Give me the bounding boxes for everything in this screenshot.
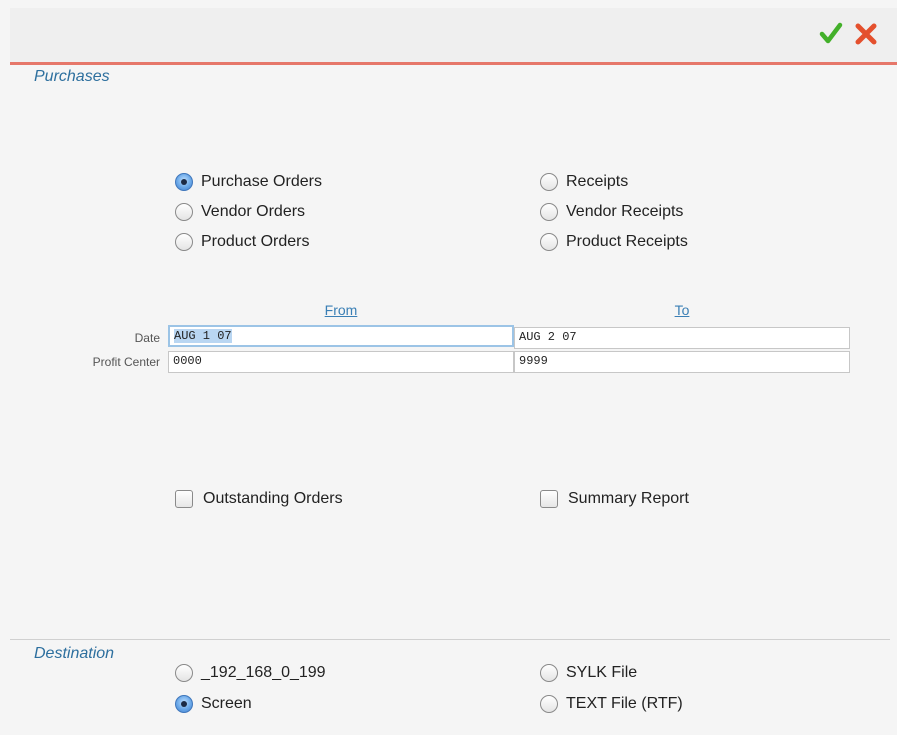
radio-destination-screen[interactable]: Screen (175, 695, 252, 713)
radio-vendor-receipts[interactable]: Vendor Receipts (540, 203, 683, 221)
radio-indicator (540, 173, 558, 191)
radio-indicator (175, 664, 193, 682)
radio-label: TEXT File (RTF) (566, 695, 683, 712)
cancel-button[interactable] (851, 19, 881, 49)
radio-indicator (540, 203, 558, 221)
profit-center-label: Profit Center (92, 355, 160, 369)
date-to-field[interactable]: AUG 2 07 (514, 327, 850, 349)
radio-indicator (175, 233, 193, 251)
checkmark-icon (819, 22, 843, 44)
radio-indicator (540, 233, 558, 251)
from-column-header: From (324, 302, 358, 318)
radio-label: SYLK File (566, 664, 638, 681)
purchases-report-dialog: Purchases Purchase Orders Vendor Orders … (0, 0, 897, 735)
date-from-value: AUG 1 07 (174, 329, 232, 343)
radio-product-orders[interactable]: Product Orders (175, 233, 309, 251)
destination-section-label: Destination (34, 645, 115, 662)
date-to-value: AUG 2 07 (519, 330, 577, 344)
toolbar (10, 8, 897, 62)
to-column-header: To (674, 302, 690, 318)
radio-indicator (175, 203, 193, 221)
radio-label: Receipts (566, 173, 629, 190)
checkbox-label: Outstanding Orders (203, 490, 343, 507)
outstanding-orders-checkbox[interactable]: Outstanding Orders (175, 490, 343, 508)
radio-destination-printer[interactable]: _192_168_0_199 (175, 664, 326, 682)
checkbox-box (175, 490, 193, 508)
radio-indicator (540, 664, 558, 682)
profit-center-from-field[interactable]: 0000 (168, 351, 514, 373)
profit-center-to-value: 9999 (519, 354, 548, 368)
radio-indicator (540, 695, 558, 713)
profit-center-from-value: 0000 (173, 354, 202, 368)
radio-label: Purchase Orders (201, 173, 322, 190)
date-label: Date (134, 331, 160, 345)
checkbox-label: Summary Report (568, 490, 689, 507)
ok-button[interactable] (816, 19, 846, 49)
radio-indicator (175, 695, 193, 713)
radio-label: Vendor Receipts (566, 203, 684, 220)
radio-label: Vendor Orders (201, 203, 306, 220)
profit-center-to-field[interactable]: 9999 (514, 351, 850, 373)
date-from-field[interactable]: AUG 1 07 (168, 325, 514, 347)
radio-purchase-orders[interactable]: Purchase Orders (175, 173, 322, 191)
radio-label: _192_168_0_199 (201, 664, 326, 681)
header-divider (10, 62, 897, 65)
radio-label: Screen (201, 695, 252, 712)
destination-divider (10, 639, 890, 640)
radio-destination-sylk[interactable]: SYLK File (540, 664, 637, 682)
radio-vendor-orders[interactable]: Vendor Orders (175, 203, 305, 221)
x-icon (855, 23, 877, 45)
radio-receipts[interactable]: Receipts (540, 173, 628, 191)
radio-label: Product Receipts (566, 233, 688, 250)
purchases-section-label: Purchases (34, 68, 110, 85)
radio-destination-rtf[interactable]: TEXT File (RTF) (540, 695, 683, 713)
checkbox-box (540, 490, 558, 508)
radio-indicator (175, 173, 193, 191)
radio-product-receipts[interactable]: Product Receipts (540, 233, 688, 251)
summary-report-checkbox[interactable]: Summary Report (540, 490, 689, 508)
radio-label: Product Orders (201, 233, 310, 250)
